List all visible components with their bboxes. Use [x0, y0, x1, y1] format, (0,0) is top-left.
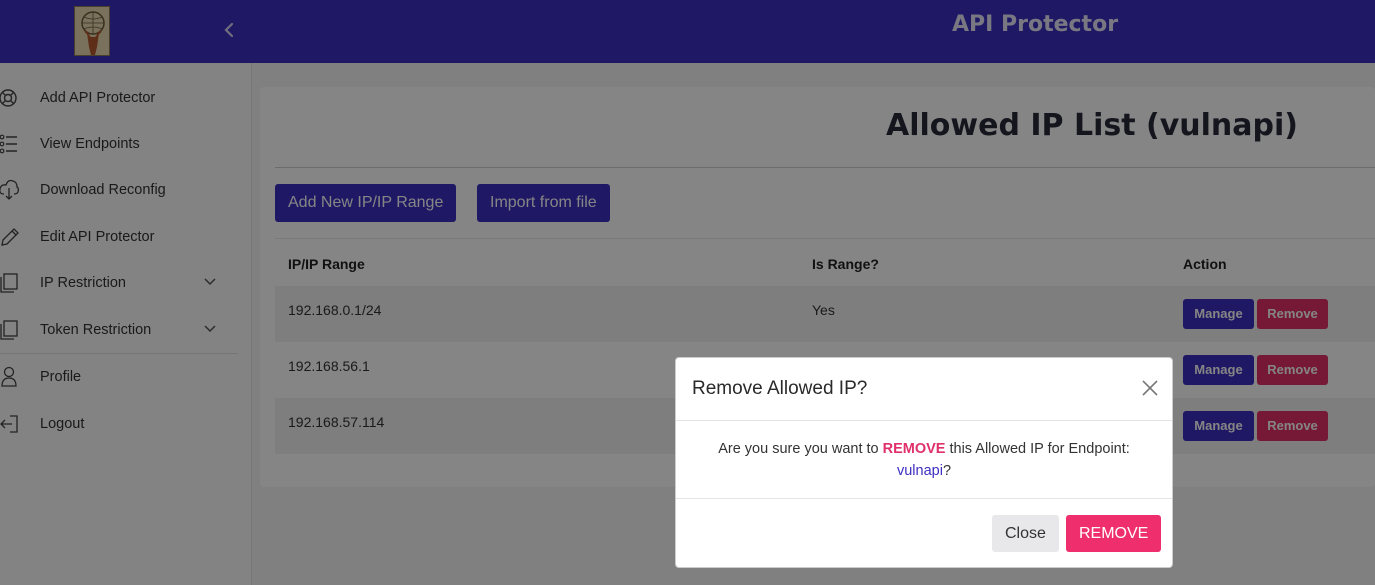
modal-title: Remove Allowed IP?	[692, 378, 868, 399]
message-emphasis: REMOVE	[882, 441, 946, 457]
close-icon[interactable]	[1140, 378, 1160, 398]
message-prefix: Are you sure you want to	[718, 441, 883, 457]
close-button[interactable]: Close	[992, 515, 1059, 552]
message-suffix: this Allowed IP for Endpoint:	[945, 441, 1130, 457]
endpoint-name: vulnapi	[896, 463, 943, 479]
modal-message: Are you sure you want to REMOVE this All…	[676, 438, 1172, 482]
modal-divider	[676, 420, 1172, 421]
modal-divider	[676, 498, 1172, 499]
confirm-remove-button[interactable]: REMOVE	[1066, 515, 1162, 552]
remove-ip-modal: Remove Allowed IP? Are you sure you want…	[675, 357, 1173, 568]
message-end: ?	[942, 463, 952, 479]
